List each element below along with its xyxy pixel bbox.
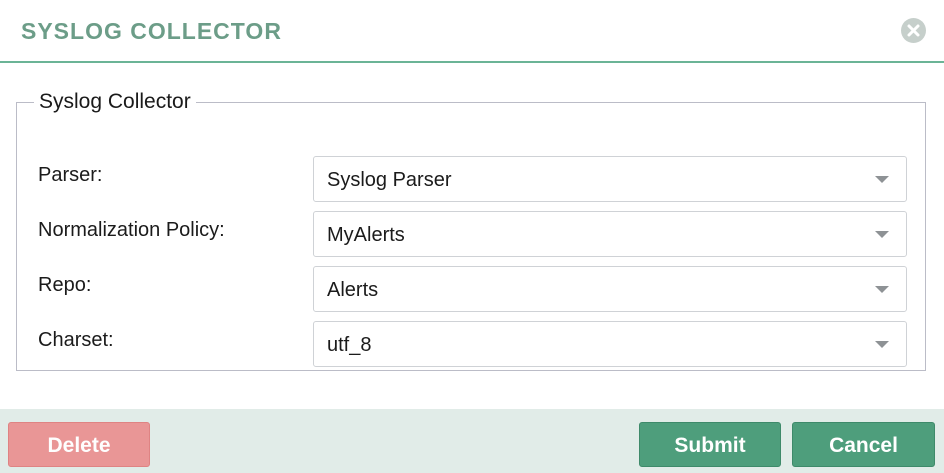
charset-select[interactable]: utf_8 xyxy=(313,321,907,367)
parser-value: Syslog Parser xyxy=(327,169,452,191)
syslog-collector-fieldset: Syslog Collector Parser: Syslog Parser N… xyxy=(16,89,926,371)
delete-button[interactable]: Delete xyxy=(8,422,150,467)
close-button[interactable] xyxy=(901,18,926,43)
parser-label: Parser: xyxy=(38,164,103,186)
close-icon xyxy=(907,24,920,37)
normalization-policy-select[interactable]: MyAlerts xyxy=(313,211,907,257)
syslog-collector-dialog: SYSLOG COLLECTOR Syslog Collector Parser… xyxy=(0,0,944,473)
parser-select[interactable]: Syslog Parser xyxy=(313,156,907,202)
charset-value: utf_8 xyxy=(327,334,372,356)
dialog-header: SYSLOG COLLECTOR xyxy=(0,0,944,63)
chevron-down-icon xyxy=(875,341,889,348)
chevron-down-icon xyxy=(875,231,889,238)
dialog-title: SYSLOG COLLECTOR xyxy=(21,18,282,44)
repo-select[interactable]: Alerts xyxy=(313,266,907,312)
normalization-policy-row: Normalization Policy: MyAlerts xyxy=(17,211,927,257)
repo-label: Repo: xyxy=(38,274,92,296)
dialog-footer: Delete Submit Cancel xyxy=(0,409,944,473)
parser-row: Parser: Syslog Parser xyxy=(17,156,927,202)
cancel-button[interactable]: Cancel xyxy=(792,422,935,467)
charset-label: Charset: xyxy=(38,329,114,351)
submit-button[interactable]: Submit xyxy=(639,422,781,467)
chevron-down-icon xyxy=(875,176,889,183)
charset-row: Charset: utf_8 xyxy=(17,321,927,367)
normalization-policy-value: MyAlerts xyxy=(327,224,405,246)
repo-row: Repo: Alerts xyxy=(17,266,927,312)
repo-value: Alerts xyxy=(327,279,379,301)
chevron-down-icon xyxy=(875,286,889,293)
fieldset-legend: Syslog Collector xyxy=(39,90,191,113)
normalization-policy-label: Normalization Policy: xyxy=(38,219,225,241)
